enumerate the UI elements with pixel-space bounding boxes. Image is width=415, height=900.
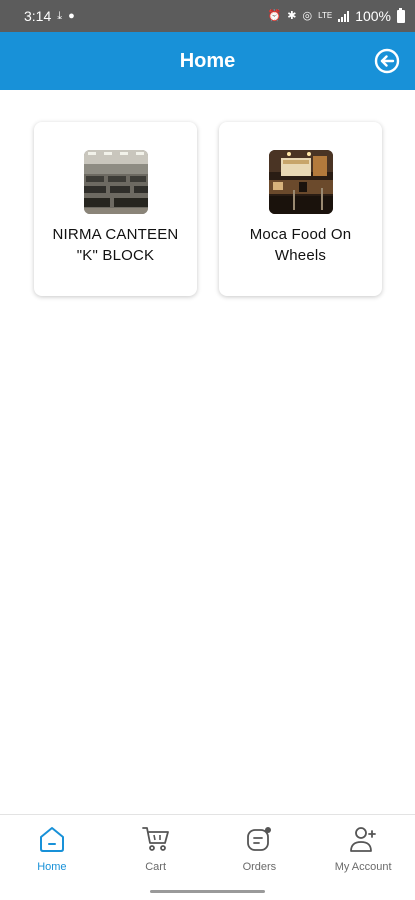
- canteen-image: [268, 150, 333, 214]
- nav-label: Cart: [145, 861, 167, 873]
- gesture-bar[interactable]: [150, 890, 265, 893]
- battery-icon: [397, 7, 405, 23]
- alarm-icon: ⏰: [267, 9, 282, 22]
- canteen-name: Moca Food On Wheels: [249, 226, 352, 264]
- volte-icon: LTE: [318, 11, 333, 20]
- signal-icon: [338, 10, 350, 22]
- canteen-name: NIRMA CANTEEN "K" BLOCK: [52, 226, 179, 264]
- nav-my-account[interactable]: My Account: [313, 815, 413, 873]
- logout-button[interactable]: [373, 47, 401, 75]
- canteen-grid: NIRMA CANTEEN "K" BLOCK Moca Food On Whe…: [34, 122, 382, 296]
- status-bar: 3:14 ⤓ ● ⏰ ✱ ◎ LTE 100%: [0, 0, 415, 32]
- logout-arrow-icon: [374, 48, 400, 74]
- status-time: 3:14: [24, 8, 52, 24]
- page-title: Home: [179, 49, 236, 72]
- canteen-hall-photo: [83, 150, 148, 214]
- bottom-navigation: Home Cart Orders My Account: [0, 814, 415, 880]
- nav-label: Home: [37, 861, 67, 873]
- app-bar: Home: [0, 32, 415, 90]
- download-icon: ⤓: [57, 9, 63, 22]
- orders-icon: [243, 823, 275, 855]
- food-counter-photo: [268, 150, 333, 214]
- nav-label: Orders: [242, 861, 277, 873]
- canteen-card[interactable]: Moca Food On Wheels: [219, 122, 382, 296]
- canteen-image: [83, 150, 148, 214]
- battery-percent: 100%: [355, 8, 391, 24]
- hotspot-icon: ◎: [302, 9, 313, 22]
- bluetooth-icon: ✱: [287, 9, 297, 22]
- nav-cart[interactable]: Cart: [106, 815, 206, 873]
- home-icon: [36, 823, 68, 855]
- nav-label: My Account: [334, 861, 392, 873]
- canteen-card[interactable]: NIRMA CANTEEN "K" BLOCK: [34, 122, 197, 296]
- notification-icon: ●: [68, 9, 75, 22]
- nav-orders[interactable]: Orders: [209, 815, 309, 873]
- status-right: ⏰ ✱ ◎ LTE 100%: [267, 7, 405, 24]
- status-left: 3:14 ⤓ ●: [24, 8, 75, 24]
- nav-home[interactable]: Home: [2, 815, 102, 873]
- cart-icon: [140, 823, 172, 855]
- user-add-icon: [347, 823, 379, 855]
